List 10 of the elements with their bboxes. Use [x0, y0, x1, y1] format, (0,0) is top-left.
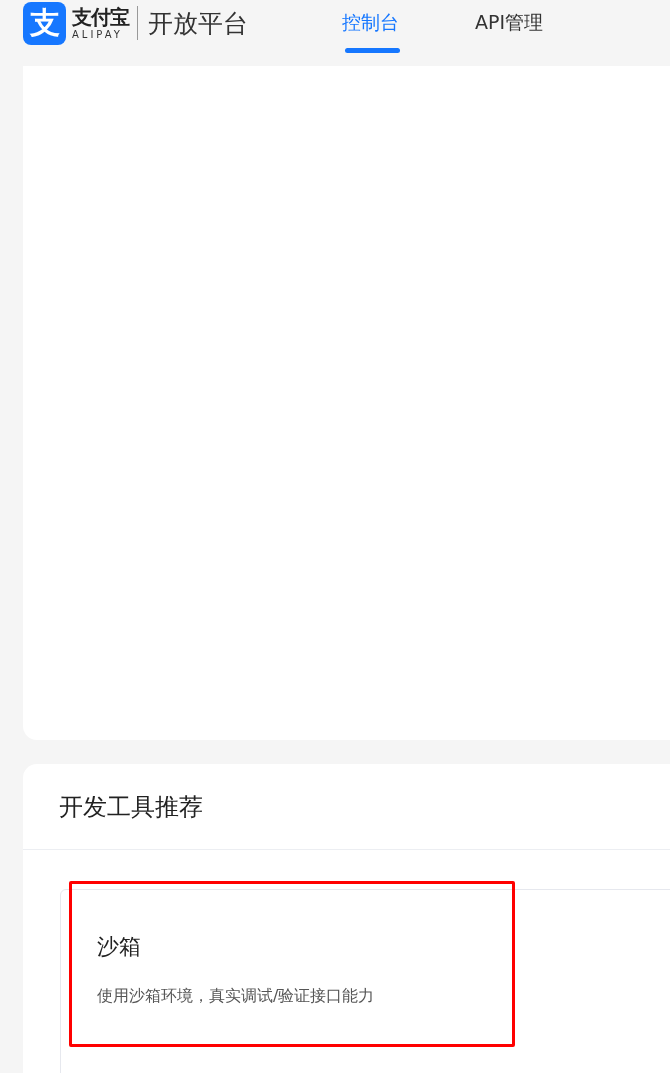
platform-title: 开放平台: [148, 7, 248, 40]
tool-card[interactable]: 沙箱 使用沙箱环境，真实调试/验证接口能力: [60, 889, 670, 1073]
brand-name: 支付宝: [72, 5, 129, 28]
nav-tab[interactable]: 控制台: [342, 7, 399, 53]
nav-tab[interactable]: API管理: [475, 7, 544, 53]
tool-description: 使用沙箱环境，真实调试/验证接口能力: [97, 986, 376, 1007]
section-title: 开发工具推荐: [59, 791, 203, 823]
logo-icon: 支: [23, 1, 66, 45]
brand-latin-name: ALIPAY: [72, 27, 124, 41]
tool-name: 沙箱: [97, 933, 142, 961]
